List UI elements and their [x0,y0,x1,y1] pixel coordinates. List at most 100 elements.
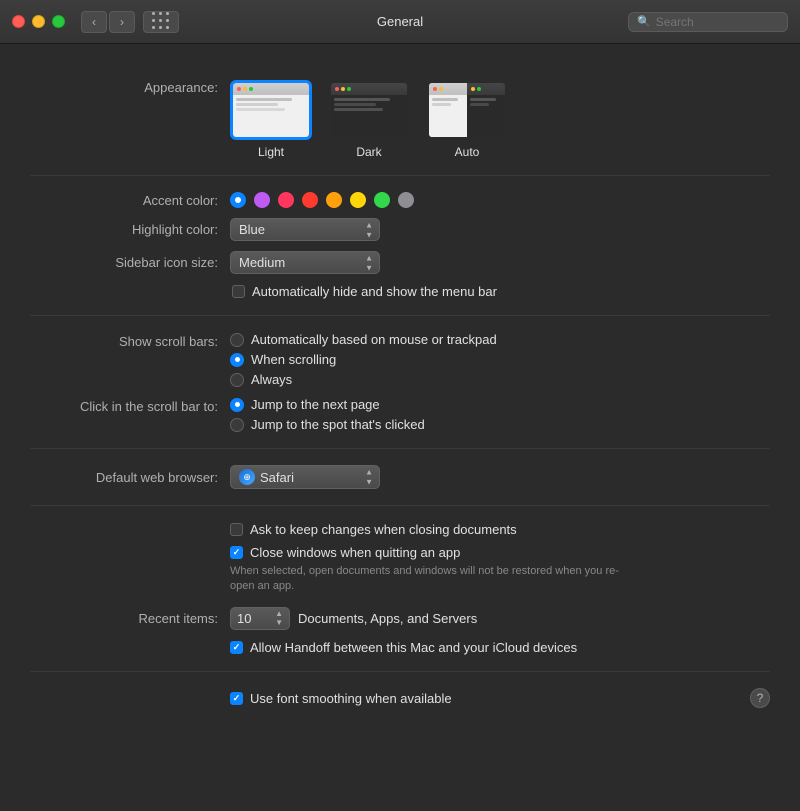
handoff-row: Allow Handoff between this Mac and your … [230,640,770,655]
click-next-page-option[interactable]: Jump to the next page [230,397,425,412]
maximize-button[interactable] [52,15,65,28]
search-input[interactable] [656,15,779,29]
click-next-page-radio[interactable] [230,398,244,412]
click-spot-label: Jump to the spot that's clicked [251,417,425,432]
accent-color-section: Accent color: Highlight color: Blue ▲▼ [30,176,770,316]
menu-bar-checkbox-row[interactable]: Automatically hide and show the menu bar [232,284,497,299]
sidebar-icon-size-value: Medium [239,255,285,270]
scroll-always-label: Always [251,372,292,387]
window-title: General [377,14,423,29]
handoff-checkbox[interactable] [230,641,243,654]
nav-buttons: ‹ › [81,11,135,33]
sidebar-icon-size-dropdown[interactable]: Medium ▲▼ [230,251,380,274]
apps-grid-button[interactable] [143,11,179,33]
appearance-dark-label: Dark [356,145,381,159]
browser-label: Default web browser: [30,470,230,485]
recent-items-label: Recent items: [30,611,230,626]
scroll-when-scrolling-option[interactable]: When scrolling [230,352,497,367]
menu-bar-row: Automatically hide and show the menu bar [230,284,770,299]
highlight-color-label: Highlight color: [30,222,230,237]
appearance-option-dark[interactable]: Dark [328,80,410,159]
menu-bar-checkbox[interactable] [232,285,245,298]
titlebar: ‹ › General 🔍 [0,0,800,44]
click-next-page-label: Jump to the next page [251,397,380,412]
appearance-options: Light [230,80,508,159]
click-scroll-row: Click in the scroll bar to: Jump to the … [30,397,770,432]
ask-changes-checkbox-row[interactable]: Ask to keep changes when closing documen… [230,522,517,537]
help-button[interactable]: ? [750,688,770,708]
click-scroll-label: Click in the scroll bar to: [30,397,230,414]
ask-changes-row: Ask to keep changes when closing documen… [230,522,770,537]
browser-dropdown-arrows: ▲▼ [365,468,373,487]
browser-row: Default web browser: ⊕ Safari ▲▼ [30,465,770,489]
appearance-thumb-dark [328,80,410,140]
appearance-label: Appearance: [30,80,230,95]
recent-items-value: 10 [237,611,251,626]
close-windows-checkbox-row[interactable]: Close windows when quitting an app [230,545,460,560]
appearance-row: Appearance: [30,80,770,159]
ask-changes-checkbox[interactable] [230,523,243,536]
content-area: Appearance: [0,44,800,811]
highlight-color-value: Blue [239,222,265,237]
traffic-lights [12,15,65,28]
accent-color-swatches [230,192,414,208]
accent-swatch-blue[interactable] [230,192,246,208]
close-windows-checkbox[interactable] [230,546,243,559]
forward-button[interactable]: › [109,11,135,33]
ask-changes-text: Ask to keep changes when closing documen… [250,522,517,537]
browser-section: Default web browser: ⊕ Safari ▲▼ [30,449,770,506]
accent-swatch-yellow[interactable] [350,192,366,208]
recent-items-stepper[interactable]: 10 ▲ ▼ [230,607,290,631]
font-smoothing-checkbox-row[interactable]: Use font smoothing when available [230,691,452,706]
accent-swatch-orange[interactable] [326,192,342,208]
dropdown-arrows: ▲▼ [365,220,373,239]
accent-swatch-graphite[interactable] [398,192,414,208]
browser-dropdown[interactable]: ⊕ Safari ▲▼ [230,465,380,489]
back-button[interactable]: ‹ [81,11,107,33]
font-smoothing-text: Use font smoothing when available [250,691,452,706]
accent-color-label: Accent color: [30,193,230,208]
handoff-text: Allow Handoff between this Mac and your … [250,640,577,655]
sidebar-size-arrows: ▲▼ [365,253,373,272]
accent-color-row: Accent color: [30,192,770,208]
minimize-button[interactable] [32,15,45,28]
accent-swatch-purple[interactable] [254,192,270,208]
sidebar-icon-size-row: Sidebar icon size: Medium ▲▼ [30,251,770,274]
scroll-auto-label: Automatically based on mouse or trackpad [251,332,497,347]
accent-swatch-red[interactable] [302,192,318,208]
sidebar-icon-size-label: Sidebar icon size: [30,255,230,270]
click-spot-radio[interactable] [230,418,244,432]
font-smoothing-checkbox[interactable] [230,692,243,705]
scroll-bars-row: Show scroll bars: Automatically based on… [30,332,770,387]
appearance-light-label: Light [258,145,284,159]
stepper-down[interactable]: ▼ [275,619,283,628]
click-scroll-options: Jump to the next page Jump to the spot t… [230,397,425,432]
accent-swatch-pink[interactable] [278,192,294,208]
close-docs-section: Ask to keep changes when closing documen… [30,506,770,672]
appearance-option-light[interactable]: Light [230,80,312,159]
scroll-bars-label: Show scroll bars: [30,332,230,349]
scroll-always-radio[interactable] [230,373,244,387]
scroll-when-scrolling-radio[interactable] [230,353,244,367]
scroll-always-option[interactable]: Always [230,372,497,387]
browser-value: Safari [260,470,294,485]
close-windows-helper: When selected, open documents and window… [230,564,630,595]
appearance-section: Appearance: [30,64,770,176]
search-icon: 🔍 [637,15,651,28]
scroll-bars-section: Show scroll bars: Automatically based on… [30,316,770,449]
scroll-auto-radio[interactable] [230,333,244,347]
scroll-auto-option[interactable]: Automatically based on mouse or trackpad [230,332,497,347]
highlight-color-dropdown[interactable]: Blue ▲▼ [230,218,380,241]
appearance-auto-label: Auto [455,145,480,159]
recent-items-suffix: Documents, Apps, and Servers [298,611,477,626]
search-bar[interactable]: 🔍 [628,12,788,32]
handoff-checkbox-row[interactable]: Allow Handoff between this Mac and your … [230,640,577,655]
appearance-option-auto[interactable]: Auto [426,80,508,159]
close-button[interactable] [12,15,25,28]
appearance-thumb-light [230,80,312,140]
font-smoothing-section: Use font smoothing when available ? [30,672,770,724]
click-spot-option[interactable]: Jump to the spot that's clicked [230,417,425,432]
safari-icon: ⊕ [239,469,255,485]
accent-swatch-green[interactable] [374,192,390,208]
stepper-arrows: ▲ ▼ [275,610,283,628]
